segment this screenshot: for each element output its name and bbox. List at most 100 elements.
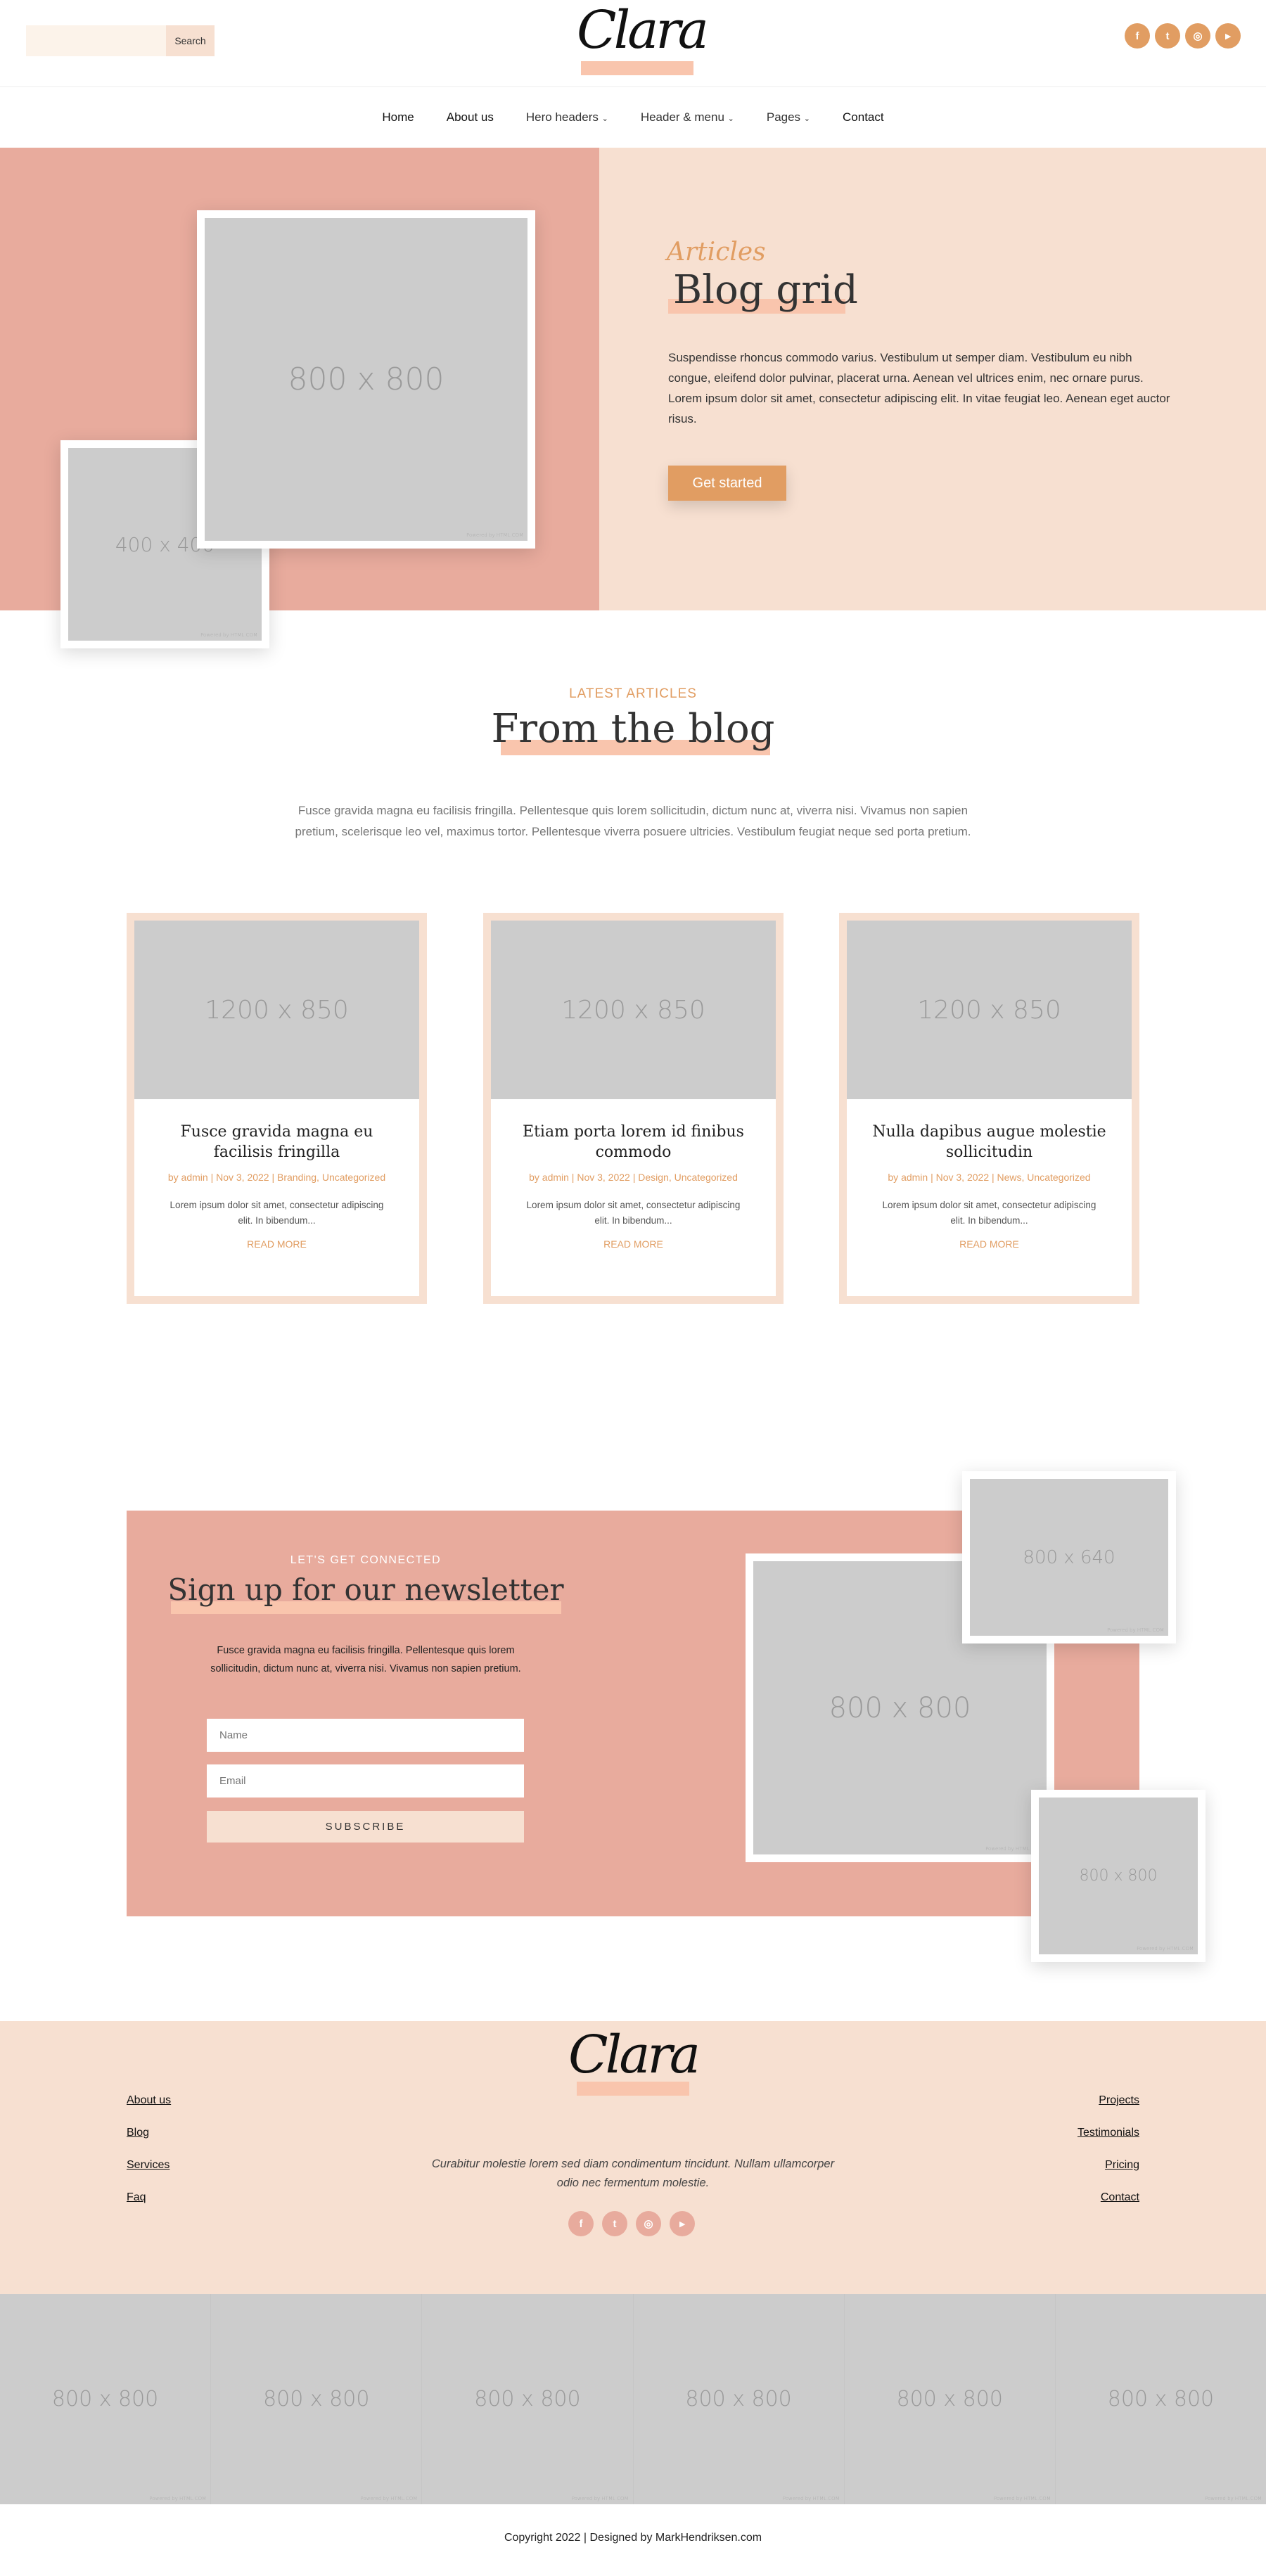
blog-eyebrow: LATEST ARTICLES <box>569 686 697 701</box>
nav-about[interactable]: About us <box>447 110 494 124</box>
newsletter-eyebrow: LET'S GET CONNECTED <box>290 1554 442 1566</box>
header: Search Clara f t ◎ ▸ <box>0 0 1266 87</box>
watermark: Powered by HTML.COM <box>200 632 257 638</box>
post-image[interactable]: 1200 x 850 <box>134 921 419 1099</box>
post-title[interactable]: Etiam porta lorem id finibus commodo <box>491 1099 776 1162</box>
footer-tagline: Curabitur molestie lorem sed diam condim… <box>431 2158 835 2189</box>
footer-link-projects[interactable]: Projects <box>1099 2094 1139 2107</box>
newsletter-text: Fusce gravida magna eu facilisis fringil… <box>210 1645 521 1674</box>
youtube-icon[interactable]: ▸ <box>670 2211 695 2236</box>
nav-label: Header & menu <box>640 110 724 124</box>
placeholder-label: 800 x 800 <box>1079 1867 1158 1885</box>
post-title[interactable]: Nulla dapibus augue molestie sollicitudi… <box>847 1099 1132 1162</box>
post-excerpt: Lorem ipsum dolor sit amet, consectetur … <box>526 1200 741 1226</box>
logo-highlight <box>581 61 693 75</box>
watermark: Powered by HTML.COM <box>993 2496 1051 2501</box>
post-card[interactable]: 1200 x 850 Nulla dapibus augue molestie … <box>839 913 1139 1304</box>
newsletter-image-top: 800 x 640 Powered by HTML.COM <box>962 1471 1176 1643</box>
hero-eyebrow: Articles <box>667 238 766 267</box>
watermark: Powered by HTML.COM <box>571 2496 629 2501</box>
post-excerpt: Lorem ipsum dolor sit amet, consectetur … <box>170 1200 384 1226</box>
nav-contact[interactable]: Contact <box>843 110 884 124</box>
twitter-icon[interactable]: t <box>602 2211 627 2236</box>
gallery-image[interactable]: 800 x 800 Powered by HTML.COM <box>211 2294 423 2504</box>
read-more-link[interactable]: READ MORE <box>247 1238 307 1250</box>
nav-label: Pages <box>766 110 801 124</box>
placeholder-label: 800 x 800 <box>263 2387 370 2411</box>
subscribe-button[interactable]: SUBSCRIBE <box>207 1811 524 1843</box>
youtube-icon[interactable]: ▸ <box>1215 23 1241 49</box>
footer-link-testimonials[interactable]: Testimonials <box>1078 2127 1139 2139</box>
read-more-link[interactable]: READ MORE <box>603 1238 663 1250</box>
gallery-image[interactable]: 800 x 800 Powered by HTML.COM <box>1055 2294 1266 2504</box>
footer-logo[interactable]: Clara <box>563 2025 703 2085</box>
footer-link-blog[interactable]: Blog <box>127 2127 149 2139</box>
nav-header-menu[interactable]: Header & menu ⌄ <box>641 110 734 124</box>
copyright: Copyright 2022 | Designed by MarkHendrik… <box>504 2532 762 2544</box>
footer-link-contact[interactable]: Contact <box>1101 2191 1139 2204</box>
instagram-icon[interactable]: ◎ <box>1185 23 1210 49</box>
placeholder-label: 800 x 800 <box>51 2387 159 2411</box>
search-input[interactable] <box>26 25 166 56</box>
hero-text: Suspendisse rhoncus commodo varius. Vest… <box>668 351 1170 425</box>
blog-title: From the blog <box>491 706 775 752</box>
post-meta[interactable]: by admin | Nov 3, 2022 | Branding, Uncat… <box>134 1162 419 1186</box>
search-box: Search <box>26 25 215 56</box>
post-title[interactable]: Fusce gravida magna eu facilisis fringil… <box>134 1099 419 1162</box>
gallery-image[interactable]: 800 x 800 Powered by HTML.COM <box>0 2294 212 2504</box>
chevron-down-icon: ⌄ <box>727 115 734 123</box>
placeholder-label: 800 x 800 <box>829 1691 971 1724</box>
logo[interactable]: Clara <box>563 0 709 77</box>
gallery-image[interactable]: 800 x 800 Powered by HTML.COM <box>633 2294 845 2504</box>
footer-link-pricing[interactable]: Pricing <box>1105 2159 1139 2172</box>
hero-image-large: 800 x 800 Powered by HTML.COM <box>197 210 535 549</box>
gallery-image[interactable]: 800 x 800 Powered by HTML.COM <box>422 2294 634 2504</box>
placeholder-label: 800 x 800 <box>288 361 445 397</box>
footer-link-services[interactable]: Services <box>127 2159 170 2172</box>
search-button[interactable]: Search <box>166 25 215 56</box>
watermark: Powered by HTML.COM <box>466 532 523 538</box>
gallery-image[interactable]: 800 x 800 Powered by HTML.COM <box>844 2294 1056 2504</box>
watermark: Powered by HTML.COM <box>1205 2496 1262 2501</box>
logo-text: Clara <box>577 0 709 60</box>
watermark: Powered by HTML.COM <box>1137 1946 1194 1952</box>
instagram-icon[interactable]: ◎ <box>636 2211 661 2236</box>
placeholder-label: 800 x 800 <box>1107 2387 1215 2411</box>
post-meta[interactable]: by admin | Nov 3, 2022 | News, Uncategor… <box>847 1162 1132 1186</box>
post-image[interactable]: 1200 x 850 <box>847 921 1132 1099</box>
gallery: 800 x 800 Powered by HTML.COM 800 x 800 Po… <box>0 2294 1266 2504</box>
placeholder-label: 1200 x 850 <box>205 995 349 1025</box>
main-nav: Home About us Hero headers ⌄ Header & me… <box>0 87 1266 148</box>
placeholder-label: 800 x 800 <box>685 2387 792 2411</box>
post-excerpt: Lorem ipsum dolor sit amet, consectetur … <box>882 1200 1096 1226</box>
post-meta[interactable]: by admin | Nov 3, 2022 | Design, Uncateg… <box>491 1162 776 1186</box>
footer-link-about[interactable]: About us <box>127 2094 171 2107</box>
facebook-icon[interactable]: f <box>1125 23 1150 49</box>
post-card[interactable]: 1200 x 850 Fusce gravida magna eu facili… <box>127 913 427 1304</box>
nav-hero-headers[interactable]: Hero headers ⌄ <box>526 110 608 124</box>
post-card[interactable]: 1200 x 850 Etiam porta lorem id finibus … <box>483 913 784 1304</box>
footer: About us Blog Services Faq Projects Test… <box>0 2021 1266 2294</box>
read-more-link[interactable]: READ MORE <box>959 1238 1019 1250</box>
newsletter-title: Sign up for our newsletter <box>167 1572 564 1607</box>
hero-title: Blog grid <box>673 267 858 313</box>
placeholder-label: 800 x 800 <box>896 2387 1003 2411</box>
chevron-down-icon: ⌄ <box>803 115 811 123</box>
chevron-down-icon: ⌄ <box>601 115 608 123</box>
twitter-icon[interactable]: t <box>1155 23 1180 49</box>
post-image[interactable]: 1200 x 850 <box>491 921 776 1099</box>
nav-home[interactable]: Home <box>382 110 414 124</box>
placeholder-label: 800 x 640 <box>1023 1546 1115 1568</box>
watermark: Powered by HTML.COM <box>1107 1627 1164 1633</box>
facebook-icon[interactable]: f <box>568 2211 594 2236</box>
watermark: Powered by HTML.COM <box>782 2496 840 2501</box>
placeholder-label: 800 x 800 <box>474 2387 581 2411</box>
nav-pages[interactable]: Pages ⌄ <box>767 110 810 124</box>
watermark: Powered by HTML.COM <box>360 2496 418 2501</box>
placeholder-label: 1200 x 850 <box>561 995 705 1025</box>
email-input[interactable] <box>207 1764 524 1798</box>
newsletter-image-bottom: 800 x 800 Powered by HTML.COM <box>1031 1790 1206 1962</box>
get-started-button[interactable]: Get started <box>668 466 786 501</box>
name-input[interactable] <box>207 1719 524 1752</box>
footer-link-faq[interactable]: Faq <box>127 2191 146 2204</box>
